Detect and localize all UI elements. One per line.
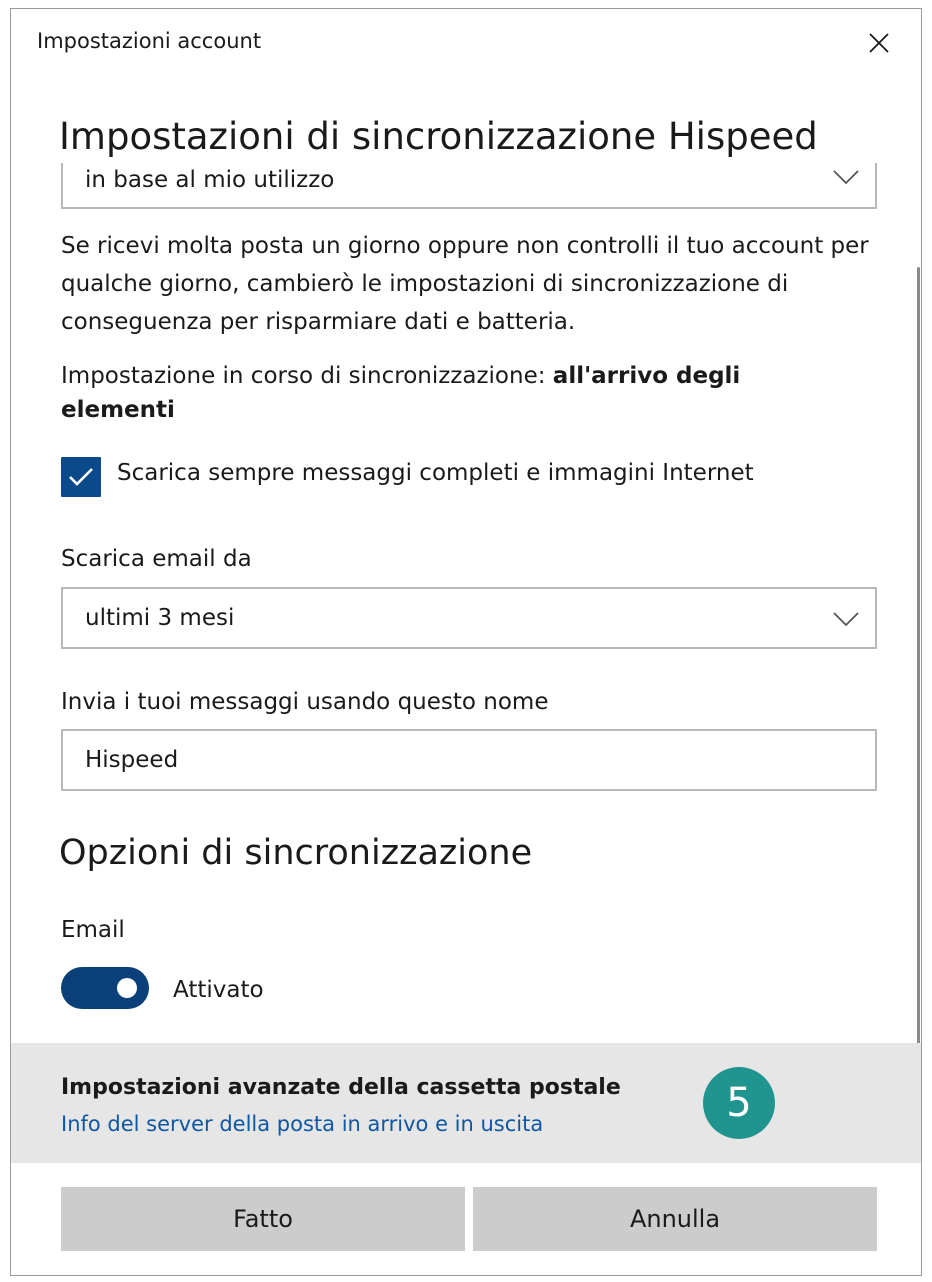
server-info-link[interactable]: Info del server della posta in arrivo e …	[61, 1112, 543, 1136]
sync-description: Se ricevi molta posta un giorno oppure n…	[61, 233, 869, 335]
advanced-mailbox-section	[11, 1043, 921, 1163]
full-messages-label: Scarica sempre messaggi completi e immag…	[117, 460, 754, 486]
sync-options-heading: Opzioni di sincronizzazione	[59, 833, 533, 873]
send-name-label: Invia i tuoi messaggi usando questo nome	[61, 689, 549, 715]
download-new-content-value: in base al mio utilizzo	[85, 167, 335, 193]
current-sync-label: Impostazione in corso di sincronizzazion…	[61, 363, 553, 389]
sync-settings-heading: Impostazioni di sincronizzazione Hispeed	[59, 115, 818, 158]
step-badge: 5	[703, 1067, 775, 1139]
email-label: Email	[61, 917, 125, 943]
email-toggle[interactable]	[61, 967, 149, 1009]
vertical-scrollbar[interactable]	[917, 267, 920, 1131]
dialog-title: Impostazioni account	[37, 29, 262, 53]
close-icon	[869, 33, 889, 53]
scroll-clip-top: in base al mio utilizzo	[11, 163, 921, 213]
current-sync-setting: Impostazione in corso di sincronizzazion…	[61, 359, 841, 427]
advanced-mailbox-title: Impostazioni avanzate della cassetta pos…	[61, 1075, 621, 1100]
chevron-down-icon	[833, 170, 859, 185]
full-messages-checkbox[interactable]	[61, 457, 101, 497]
download-new-content-select[interactable]: in base al mio utilizzo	[61, 163, 877, 209]
toggle-knob	[117, 978, 137, 998]
email-toggle-state: Attivato	[173, 977, 264, 1003]
account-settings-dialog: Impostazioni account Impostazioni di sin…	[10, 8, 922, 1276]
send-name-input[interactable]	[61, 729, 877, 791]
download-email-value: ultimi 3 mesi	[85, 605, 235, 631]
download-email-label: Scarica email da	[61, 546, 252, 572]
close-button[interactable]	[861, 25, 897, 61]
download-email-select[interactable]: ultimi 3 mesi	[61, 587, 877, 649]
checkmark-icon	[69, 468, 93, 486]
chevron-down-icon	[833, 612, 859, 627]
done-button[interactable]: Fatto	[61, 1187, 465, 1251]
cancel-button[interactable]: Annulla	[473, 1187, 877, 1251]
